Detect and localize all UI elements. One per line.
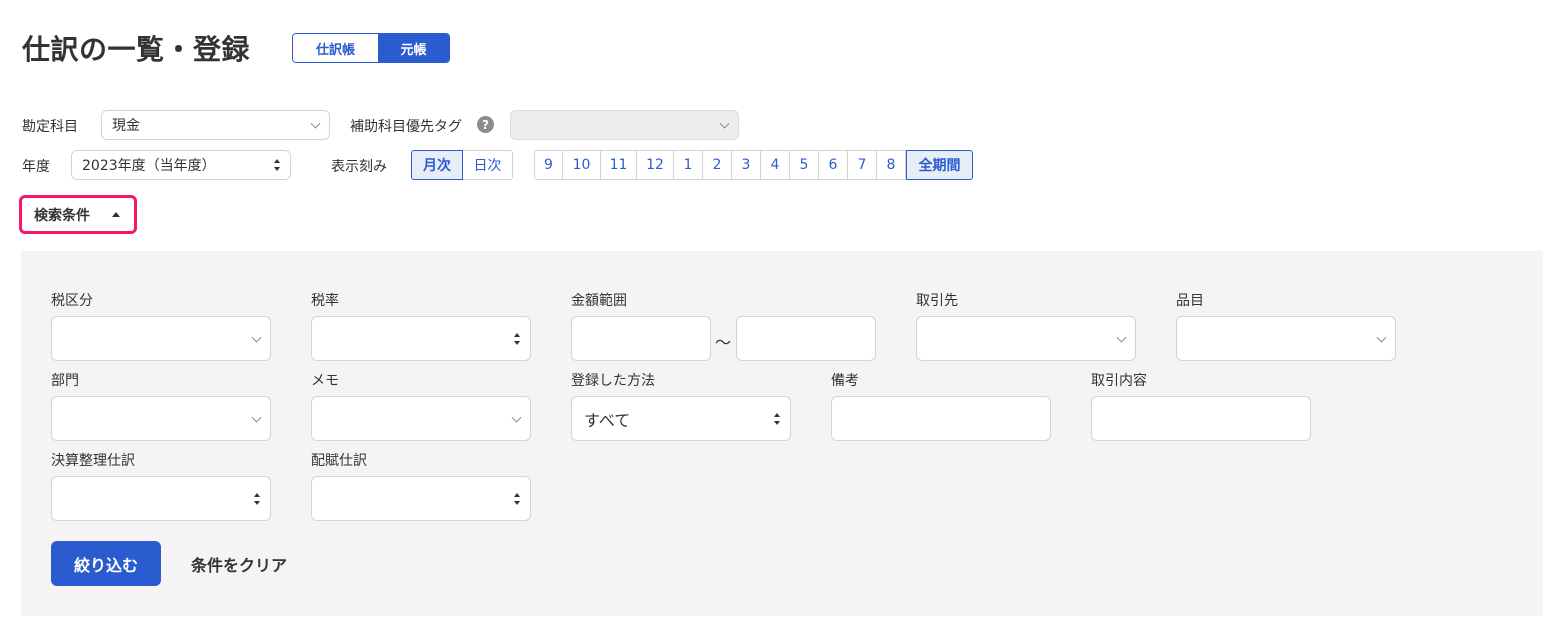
registration-method-label: 登録した方法: [571, 373, 655, 389]
month-12[interactable]: 12: [637, 150, 674, 180]
month-1[interactable]: 1: [674, 150, 703, 180]
help-icon[interactable]: ?: [477, 116, 494, 133]
search-conditions-toggle[interactable]: 検索条件: [19, 195, 137, 234]
transaction-content-label: 取引内容: [1091, 373, 1147, 389]
year-select[interactable]: 2023年度（当年度）: [71, 150, 291, 180]
amount-to-input[interactable]: [736, 316, 876, 361]
updown-arrows-icon: [274, 159, 281, 171]
month-5[interactable]: 5: [790, 150, 819, 180]
clear-conditions-button[interactable]: 条件をクリア: [191, 541, 287, 586]
granularity-toggle: 月次 日次: [411, 150, 513, 180]
amount-range-separator: 〜: [715, 333, 732, 352]
item-label: 品目: [1176, 293, 1204, 309]
chevron-down-icon: [1116, 332, 1127, 343]
tax-category-label: 税区分: [51, 293, 93, 309]
year-value: 2023年度（当年度）: [82, 158, 216, 174]
chevron-down-icon: [310, 118, 321, 129]
closing-entry-label: 決算整理仕訳: [51, 453, 135, 469]
month-8[interactable]: 8: [877, 150, 906, 180]
month-10[interactable]: 10: [563, 150, 601, 180]
updown-arrows-icon: [514, 492, 521, 505]
granularity-daily[interactable]: 日次: [463, 150, 513, 180]
memo-label: メモ: [311, 373, 339, 389]
registration-method-select[interactable]: すべて: [571, 396, 791, 441]
tab-journal[interactable]: 仕訳帳: [293, 34, 378, 62]
granularity-label: 表示刻み: [331, 159, 387, 175]
month-11[interactable]: 11: [601, 150, 637, 180]
sub-account-tag-select: [510, 110, 739, 140]
granularity-monthly[interactable]: 月次: [411, 150, 463, 180]
updown-arrows-icon: [514, 332, 521, 345]
chevron-down-icon: [251, 412, 262, 423]
registration-method-value: すべて: [584, 410, 631, 430]
amount-from-input[interactable]: [571, 316, 711, 361]
view-toggle: 仕訳帳 元帳: [292, 33, 450, 63]
chevron-down-icon: [1376, 332, 1387, 343]
tax-rate-select[interactable]: [311, 316, 531, 361]
page-title: 仕訳の一覧・登録: [22, 33, 251, 66]
month-selector: 9 10 11 12 1 2 3 4 5 6 7 8 全期間: [534, 150, 973, 180]
remarks-input[interactable]: [831, 396, 1051, 441]
transaction-content-input[interactable]: [1091, 396, 1311, 441]
month-3[interactable]: 3: [732, 150, 761, 180]
chevron-down-icon: [719, 118, 730, 129]
remarks-label: 備考: [831, 373, 859, 389]
search-conditions-label: 検索条件: [34, 207, 90, 224]
updown-arrows-icon: [254, 492, 261, 505]
memo-select[interactable]: [311, 396, 531, 441]
month-7[interactable]: 7: [848, 150, 877, 180]
closing-entry-select[interactable]: [51, 476, 271, 521]
account-label: 勘定科目: [22, 119, 78, 135]
item-select[interactable]: [1176, 316, 1396, 361]
allocation-entry-label: 配賦仕訳: [311, 453, 367, 469]
search-conditions-panel: 税区分 税率 金額範囲 〜 取引先 品目 部門 メモ 登録した方法 すべて 備考…: [21, 251, 1543, 616]
partner-label: 取引先: [916, 293, 958, 309]
year-label: 年度: [22, 159, 50, 175]
sub-account-tag-label: 補助科目優先タグ: [350, 119, 462, 135]
month-6[interactable]: 6: [819, 150, 848, 180]
tax-rate-label: 税率: [311, 293, 339, 309]
updown-arrows-icon: [774, 412, 781, 425]
apply-filter-button[interactable]: 絞り込む: [51, 541, 161, 586]
department-label: 部門: [51, 373, 79, 389]
chevron-down-icon: [511, 412, 522, 423]
amount-range-label: 金額範囲: [571, 293, 627, 309]
month-9[interactable]: 9: [534, 150, 563, 180]
account-value: 現金: [112, 118, 140, 134]
partner-select[interactable]: [916, 316, 1136, 361]
caret-up-icon: [112, 212, 120, 217]
tax-category-select[interactable]: [51, 316, 271, 361]
allocation-entry-select[interactable]: [311, 476, 531, 521]
month-2[interactable]: 2: [703, 150, 732, 180]
all-period-button[interactable]: 全期間: [906, 150, 973, 180]
month-4[interactable]: 4: [761, 150, 790, 180]
account-select[interactable]: 現金: [101, 110, 330, 140]
chevron-down-icon: [251, 332, 262, 343]
department-select[interactable]: [51, 396, 271, 441]
tab-ledger[interactable]: 元帳: [378, 34, 449, 62]
